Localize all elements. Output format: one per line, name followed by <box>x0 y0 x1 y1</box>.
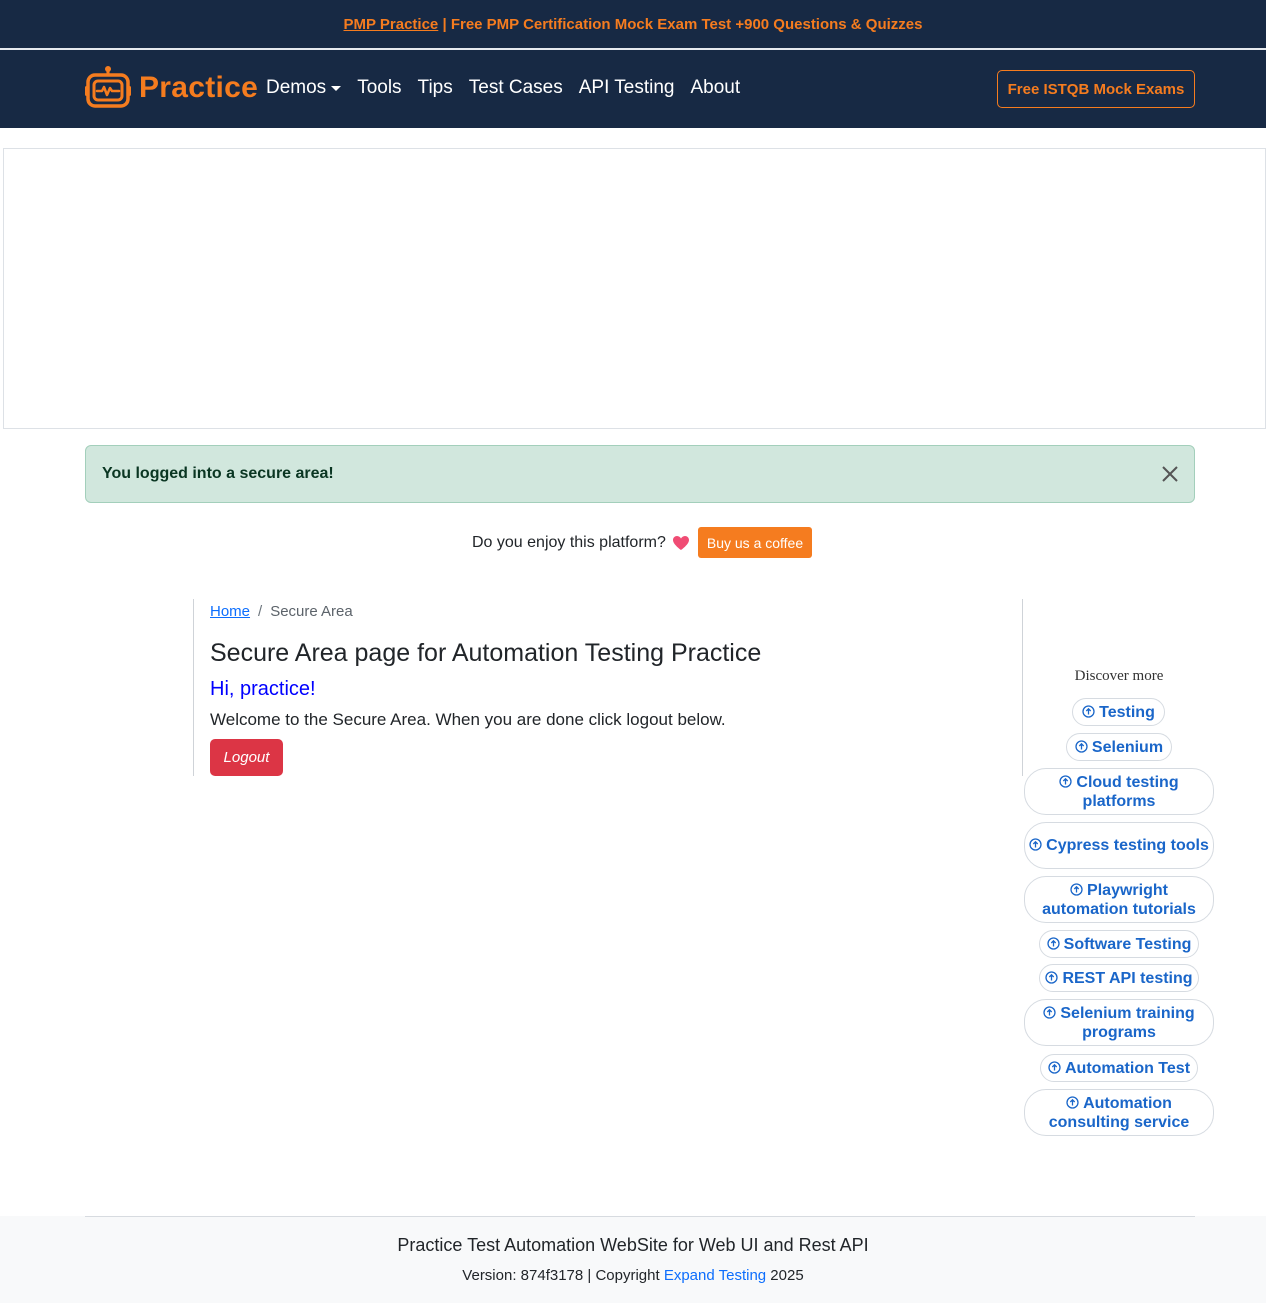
footer-version: Version: 874f3178 | Copyright <box>462 1267 664 1284</box>
welcome-text: Welcome to the Secure Area. When you are… <box>210 710 726 729</box>
discover-item-label: Software Testing <box>1063 935 1192 953</box>
expand-testing-link[interactable]: Expand Testing <box>664 1267 766 1284</box>
nav-test-cases[interactable]: Test Cases <box>469 77 563 99</box>
coffee-row: Do you enjoy this platform? Buy us a cof… <box>472 527 813 558</box>
breadcrumb-current: Secure Area <box>270 603 353 620</box>
discover-item-selenium[interactable]: Selenium <box>1066 733 1172 761</box>
alert-message: You logged into a secure area! <box>102 465 334 482</box>
free-istqb-mock-exams-button[interactable]: Free ISTQB Mock Exams <box>997 70 1195 108</box>
circle-arrow-icon <box>1045 970 1059 984</box>
nav-about[interactable]: About <box>691 77 741 99</box>
main-content: Home / Secure Area Secure Area page for … <box>193 599 1023 776</box>
discover-item-cloud-testing-platforms[interactable]: Cloud testing platforms <box>1024 768 1214 815</box>
footer-year: 2025 <box>766 1267 804 1284</box>
circle-arrow-icon <box>1082 704 1095 718</box>
circle-arrow-icon <box>1043 1005 1057 1019</box>
discover-item-label: Cloud testing platforms <box>1076 773 1179 810</box>
nav-demos-dropdown[interactable]: Demos <box>266 77 342 99</box>
user-greeting: Hi, practice! <box>210 678 316 700</box>
footer-copyright: Version: 874f3178 | Copyright Expand Tes… <box>0 1267 1266 1284</box>
circle-arrow-icon <box>1029 838 1042 851</box>
nav-tips[interactable]: Tips <box>418 77 453 99</box>
circle-arrow-icon <box>1059 774 1073 788</box>
circle-arrow-icon <box>1070 882 1083 896</box>
breadcrumb-home-link[interactable]: Home <box>210 603 250 620</box>
logout-button[interactable]: Logout <box>210 739 283 776</box>
caret-down-icon <box>331 85 342 91</box>
brand-link[interactable]: Practice <box>85 66 258 110</box>
discover-item-playwright-automation-tutorials[interactable]: Playwright automation tutorials <box>1024 876 1214 923</box>
circle-arrow-icon <box>1048 1060 1061 1074</box>
coffee-prompt: Do you enjoy this platform? <box>472 533 666 551</box>
buy-us-a-coffee-button[interactable]: Buy us a coffee <box>697 527 813 558</box>
discover-item-cypress-testing-tools[interactable]: Cypress testing tools <box>1024 822 1214 869</box>
discover-item-label: Selenium training programs <box>1060 1004 1195 1041</box>
discover-item-label: Cypress testing tools <box>1046 837 1209 854</box>
discover-item-rest-api-testing[interactable]: REST API testing <box>1039 964 1199 992</box>
discover-item-automation-test[interactable]: Automation Test <box>1040 1054 1198 1082</box>
footer-divider <box>85 1216 1195 1217</box>
brand-name: Practice <box>139 71 259 104</box>
discover-item-label: Testing <box>1099 703 1155 721</box>
discover-more-title: Discover more <box>1074 668 1164 684</box>
footer-title: Practice Test Automation WebSite for Web… <box>397 1235 869 1255</box>
ad-frame <box>3 148 1266 429</box>
discover-item-label: REST API testing <box>1062 969 1193 987</box>
breadcrumb: Home / Secure Area <box>210 603 353 620</box>
nav-links: Demos Tools Tips Test Cases API Testing … <box>266 77 756 99</box>
discover-item-label: Selenium <box>1091 738 1164 756</box>
discover-item-selenium-training-programs[interactable]: Selenium training programs <box>1024 999 1214 1046</box>
pmp-practice-link[interactable]: PMP Practice <box>344 16 439 33</box>
footer: Practice Test Automation WebSite for Web… <box>0 1216 1266 1303</box>
promo-bar: PMP Practice | Free PMP Certification Mo… <box>0 0 1266 48</box>
discover-item-label: Automation Test <box>1064 1059 1191 1077</box>
robot-logo-icon <box>85 66 131 108</box>
breadcrumb-separator: / <box>258 603 263 620</box>
circle-arrow-icon <box>1046 936 1060 950</box>
discover-item-testing[interactable]: Testing <box>1072 698 1165 726</box>
circle-arrow-icon <box>1066 1095 1079 1109</box>
column-divider <box>1022 599 1023 776</box>
promo-text[interactable]: | Free PMP Certification Mock Exam Test … <box>438 16 922 33</box>
success-alert: You logged into a secure area! <box>85 445 1195 503</box>
discover-item-label: Playwright automation tutorials <box>1042 881 1196 918</box>
page-title: Secure Area page for Automation Testing … <box>210 639 762 667</box>
main-navbar: Practice Demos Tools Tips Test Cases API… <box>0 50 1266 128</box>
nav-api-testing[interactable]: API Testing <box>579 77 675 99</box>
discover-item-software-testing[interactable]: Software Testing <box>1039 930 1199 958</box>
nav-tools[interactable]: Tools <box>357 77 401 99</box>
heart-icon <box>672 535 689 550</box>
circle-arrow-icon <box>1075 739 1088 753</box>
discover-item-automation-consulting-service[interactable]: Automation consulting service <box>1024 1089 1214 1136</box>
close-icon[interactable] <box>1160 464 1180 484</box>
nav-demos-label: Demos <box>266 77 327 98</box>
